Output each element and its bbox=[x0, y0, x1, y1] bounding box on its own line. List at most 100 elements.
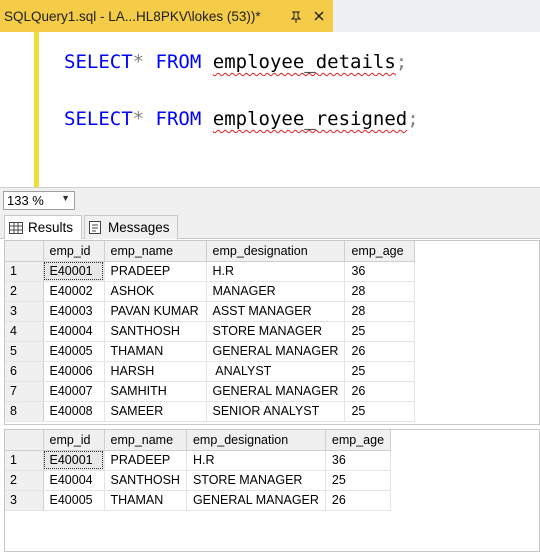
column-header[interactable]: emp_age bbox=[325, 430, 392, 451]
cell-emp-designation[interactable]: H.R bbox=[186, 450, 326, 471]
row-number[interactable]: 3 bbox=[5, 301, 44, 322]
row-number[interactable]: 2 bbox=[5, 281, 44, 302]
cell-emp-name[interactable]: SAMHITH bbox=[104, 381, 207, 402]
cell-emp-name[interactable]: PRADEEP bbox=[104, 261, 207, 282]
result-tabs: Results Messages bbox=[0, 212, 540, 239]
row-number[interactable]: 7 bbox=[5, 381, 44, 402]
table-row[interactable]: 7 E40007 SAMHITH GENERAL MANAGER 26 bbox=[5, 381, 416, 402]
results-grid-1[interactable]: emp_id emp_name emp_designation emp_age … bbox=[4, 240, 540, 425]
table-row[interactable]: 3 E40003 PAVAN KUMAR ASST MANAGER 28 bbox=[5, 301, 416, 322]
table-row[interactable]: 8 E40008 SAMEER SENIOR ANALYST 25 bbox=[5, 401, 416, 422]
column-header[interactable]: emp_id bbox=[43, 430, 105, 451]
table-row[interactable]: 6 E40006 HARSH ANALYST 25 bbox=[5, 361, 416, 382]
cell-emp-id[interactable]: E40001 bbox=[43, 450, 105, 471]
cell-emp-age[interactable]: 26 bbox=[325, 490, 392, 511]
cell-emp-id[interactable]: E40003 bbox=[43, 301, 105, 322]
column-header[interactable]: emp_designation bbox=[206, 241, 346, 262]
column-header[interactable]: emp_id bbox=[43, 241, 105, 262]
table-row[interactable]: 1 E40001 PRADEEP H.R 36 bbox=[5, 261, 416, 282]
cell-emp-age[interactable]: 28 bbox=[344, 301, 416, 322]
results-table-2: emp_id emp_name emp_designation emp_age … bbox=[5, 430, 392, 511]
pin-icon[interactable] bbox=[289, 10, 303, 24]
row-number[interactable]: 1 bbox=[5, 450, 44, 471]
cell-emp-designation[interactable]: H.R bbox=[206, 261, 346, 282]
cell-emp-age[interactable]: 25 bbox=[344, 321, 416, 342]
row-number[interactable]: 8 bbox=[5, 401, 44, 422]
zoom-dropdown[interactable]: 133 % ▼ bbox=[3, 191, 75, 210]
column-header[interactable]: emp_name bbox=[104, 430, 187, 451]
cell-emp-name[interactable]: PAVAN KUMAR bbox=[104, 301, 207, 322]
cell-emp-id[interactable]: E40006 bbox=[43, 361, 105, 382]
table-row[interactable]: 2 E40002 ASHOK MANAGER 28 bbox=[5, 281, 416, 302]
cell-emp-name[interactable]: ASHOK bbox=[104, 281, 207, 302]
query-editor[interactable]: SELECT* FROM employee_details; SELECT* F… bbox=[0, 32, 540, 187]
editor-margin bbox=[0, 32, 34, 187]
cell-emp-name[interactable]: THAMAN bbox=[104, 341, 207, 362]
table-row[interactable]: 4 E40004 SANTHOSH STORE MANAGER 25 bbox=[5, 321, 416, 342]
row-number[interactable]: 6 bbox=[5, 361, 44, 382]
cell-emp-name[interactable]: PRADEEP bbox=[104, 450, 187, 471]
cell-emp-age[interactable]: 26 bbox=[344, 381, 416, 402]
keyword-select: SELECT bbox=[64, 108, 133, 130]
cell-emp-id[interactable]: E40008 bbox=[43, 401, 105, 422]
column-header[interactable]: emp_designation bbox=[186, 430, 326, 451]
cell-emp-designation[interactable]: GENERAL MANAGER bbox=[206, 341, 346, 362]
cell-emp-id[interactable]: E40005 bbox=[43, 490, 105, 511]
cell-emp-age[interactable]: 36 bbox=[325, 450, 392, 471]
cell-emp-designation[interactable]: ANALYST bbox=[206, 361, 346, 382]
results-grid-2[interactable]: emp_id emp_name emp_designation emp_age … bbox=[4, 429, 540, 552]
results-table-1: emp_id emp_name emp_designation emp_age … bbox=[5, 241, 416, 422]
chevron-down-icon: ▼ bbox=[61, 193, 70, 203]
cell-emp-age[interactable]: 26 bbox=[344, 341, 416, 362]
code-line-2: SELECT* FROM employee_resigned; bbox=[64, 107, 419, 131]
tab-messages[interactable]: Messages bbox=[84, 215, 178, 239]
cell-emp-designation[interactable]: SENIOR ANALYST bbox=[206, 401, 346, 422]
table-row[interactable]: 2 E40004 SANTHOSH STORE MANAGER 25 bbox=[5, 470, 392, 491]
cell-emp-id[interactable]: E40005 bbox=[43, 341, 105, 362]
cell-emp-designation[interactable]: GENERAL MANAGER bbox=[186, 490, 326, 511]
row-number[interactable]: 2 bbox=[5, 470, 44, 491]
cell-emp-id[interactable]: E40004 bbox=[43, 470, 105, 491]
keyword-from: FROM bbox=[155, 51, 202, 73]
table-identifier: employee_resigned bbox=[212, 108, 408, 130]
grid-corner[interactable] bbox=[5, 430, 44, 451]
cell-emp-id[interactable]: E40007 bbox=[43, 381, 105, 402]
table-row[interactable]: 1 E40001 PRADEEP H.R 36 bbox=[5, 450, 392, 471]
row-number[interactable]: 5 bbox=[5, 341, 44, 362]
cell-emp-name[interactable]: SAMEER bbox=[104, 401, 207, 422]
cell-emp-age[interactable]: 25 bbox=[344, 401, 416, 422]
operator-star: * bbox=[132, 51, 145, 73]
zoom-value: 133 % bbox=[7, 193, 44, 208]
cell-emp-age[interactable]: 25 bbox=[325, 470, 392, 491]
document-tab[interactable]: SQLQuery1.sql - LA...HL8PKV\lokes (53))* bbox=[0, 0, 333, 32]
cell-emp-age[interactable]: 28 bbox=[344, 281, 416, 302]
row-number[interactable]: 1 bbox=[5, 261, 44, 282]
grid-corner[interactable] bbox=[5, 241, 44, 262]
cell-emp-designation[interactable]: GENERAL MANAGER bbox=[206, 381, 346, 402]
cell-emp-id[interactable]: E40002 bbox=[43, 281, 105, 302]
operator-star: * bbox=[132, 108, 145, 130]
cell-emp-name[interactable]: SANTHOSH bbox=[104, 470, 187, 491]
tab-results[interactable]: Results bbox=[4, 215, 82, 239]
row-number[interactable]: 3 bbox=[5, 490, 44, 511]
cell-emp-designation[interactable]: ASST MANAGER bbox=[206, 301, 346, 322]
cell-emp-name[interactable]: SANTHOSH bbox=[104, 321, 207, 342]
cell-emp-id[interactable]: E40004 bbox=[43, 321, 105, 342]
tab-results-label: Results bbox=[28, 220, 74, 235]
column-header[interactable]: emp_age bbox=[344, 241, 416, 262]
cell-emp-age[interactable]: 36 bbox=[344, 261, 416, 282]
table-row[interactable]: 3 E40005 THAMAN GENERAL MANAGER 26 bbox=[5, 490, 392, 511]
cell-emp-designation[interactable]: MANAGER bbox=[206, 281, 346, 302]
column-header[interactable]: emp_name bbox=[104, 241, 207, 262]
row-number[interactable]: 4 bbox=[5, 321, 44, 342]
cell-emp-name[interactable]: HARSH bbox=[104, 361, 207, 382]
table-row[interactable]: 5 E40005 THAMAN GENERAL MANAGER 26 bbox=[5, 341, 416, 362]
cell-emp-age[interactable]: 25 bbox=[344, 361, 416, 382]
cell-emp-id[interactable]: E40001 bbox=[43, 261, 105, 282]
cell-emp-designation[interactable]: STORE MANAGER bbox=[206, 321, 346, 342]
cell-emp-name[interactable]: THAMAN bbox=[104, 490, 187, 511]
code-line-1: SELECT* FROM employee_details; bbox=[64, 50, 407, 74]
cell-emp-designation[interactable]: STORE MANAGER bbox=[186, 470, 326, 491]
close-icon[interactable] bbox=[311, 8, 327, 24]
grid-icon bbox=[9, 221, 23, 234]
